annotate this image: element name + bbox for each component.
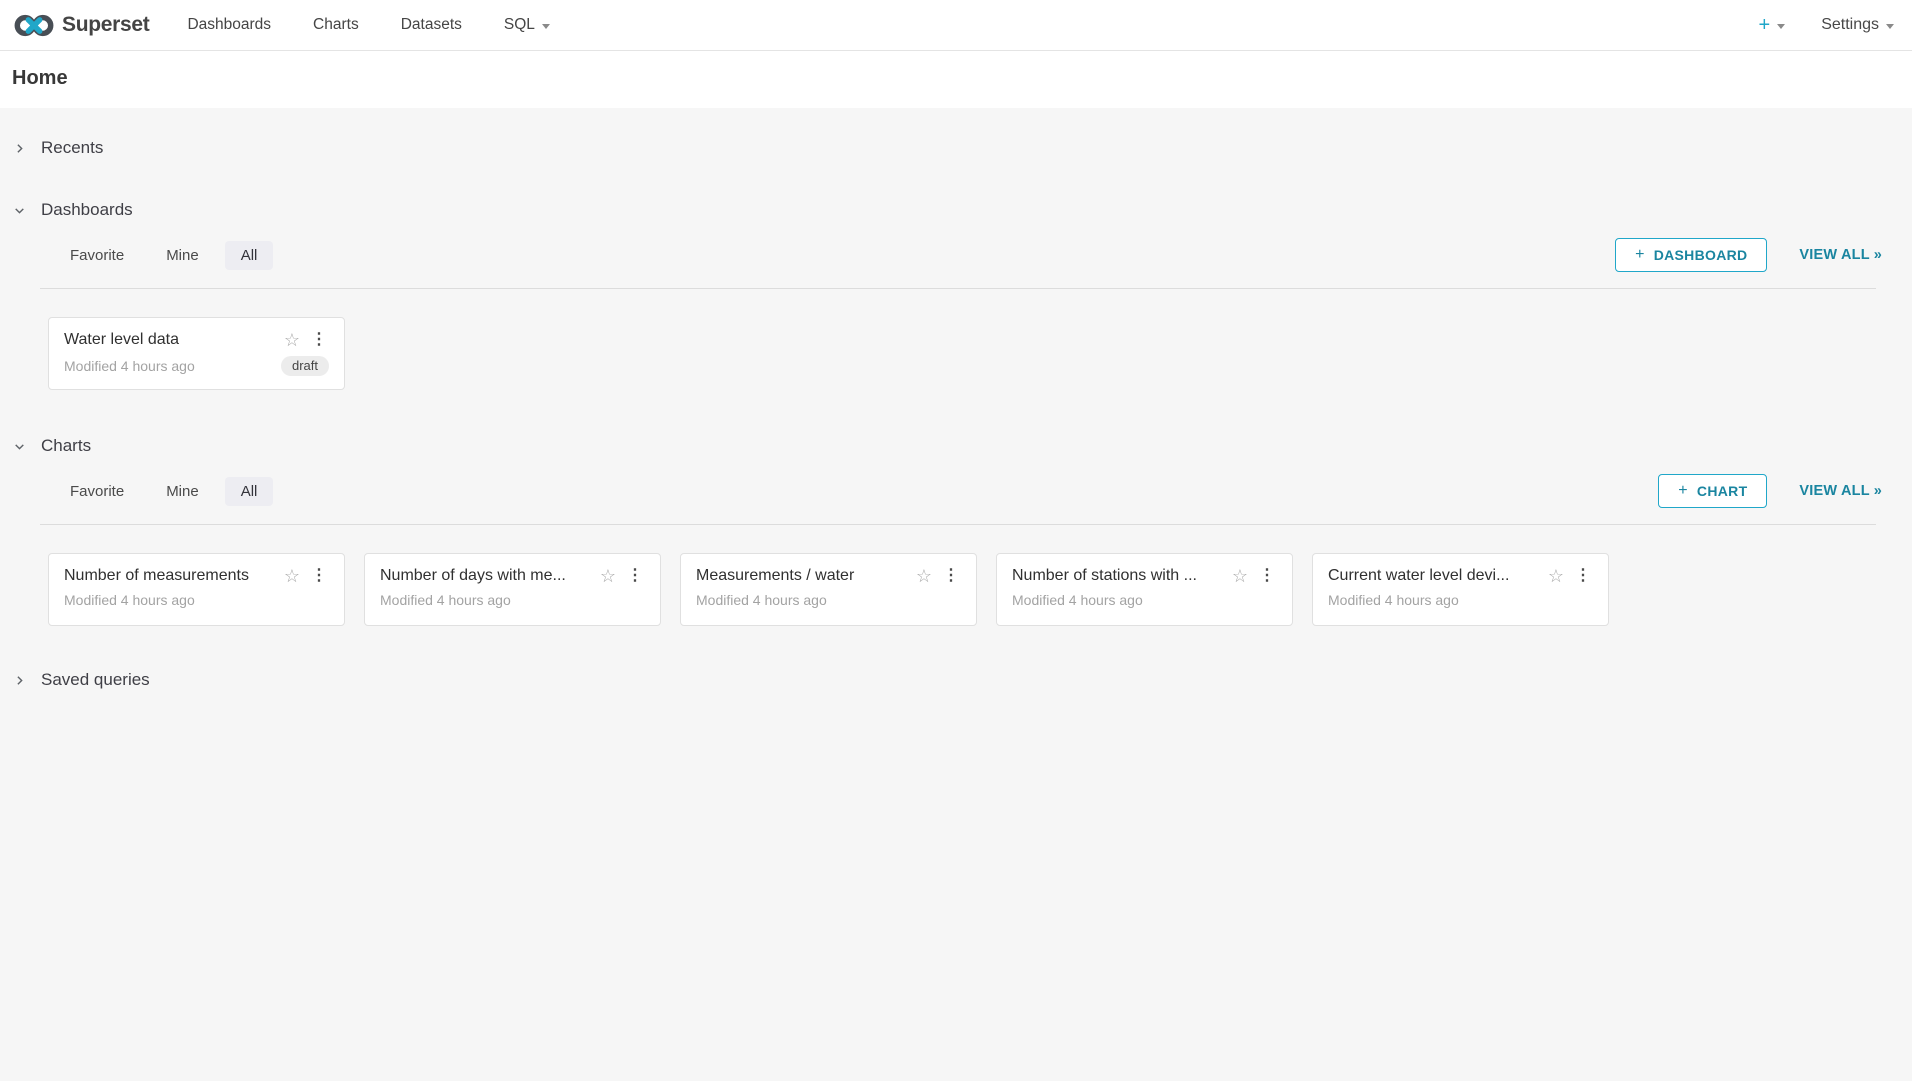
- add-chart-button[interactable]: + CHART: [1658, 474, 1767, 508]
- superset-infinity-icon: [14, 12, 54, 39]
- top-navbar: Superset Dashboards Charts Datasets SQL …: [0, 0, 1912, 51]
- page-title: Home: [12, 67, 1896, 90]
- add-chart-label: CHART: [1697, 483, 1748, 499]
- tab-favorite[interactable]: Favorite: [54, 477, 140, 506]
- settings-label: Settings: [1821, 16, 1879, 34]
- section-toggle-charts[interactable]: Charts: [0, 436, 1912, 456]
- plus-icon: +: [1759, 15, 1771, 35]
- section-toggle-recents[interactable]: Recents: [0, 138, 1912, 158]
- page-header: Home: [0, 51, 1912, 108]
- favorite-star-icon[interactable]: ☆: [284, 331, 300, 349]
- nav-item-datasets[interactable]: Datasets: [401, 16, 462, 34]
- chevron-down-icon: [13, 204, 26, 217]
- section-title-saved-queries: Saved queries: [41, 670, 150, 690]
- new-item-menu[interactable]: +: [1759, 15, 1786, 35]
- more-actions-icon[interactable]: ⋮: [941, 568, 961, 584]
- navbar-right: + Settings: [1759, 15, 1895, 35]
- chart-card[interactable]: Measurements / water ☆ ⋮ Modified 4 hour…: [680, 553, 977, 626]
- plus-icon: +: [1678, 483, 1688, 499]
- more-actions-icon[interactable]: ⋮: [1573, 568, 1593, 584]
- charts-card-row: Number of measurements ☆ ⋮ Modified 4 ho…: [0, 525, 1912, 626]
- nav-menu: Dashboards Charts Datasets SQL: [187, 16, 549, 34]
- tab-all[interactable]: All: [225, 241, 274, 270]
- tab-favorite[interactable]: Favorite: [54, 241, 140, 270]
- chevron-down-icon: [13, 440, 26, 453]
- chart-card-title[interactable]: Number of stations with ...: [1012, 567, 1224, 585]
- modified-timestamp: Modified 4 hours ago: [380, 592, 645, 608]
- more-actions-icon[interactable]: ⋮: [625, 568, 645, 584]
- modified-timestamp: Modified 4 hours ago: [64, 358, 281, 374]
- chevron-right-icon: [13, 674, 26, 687]
- section-toggle-saved-queries[interactable]: Saved queries: [0, 670, 1912, 690]
- dashboards-subheader: Favorite Mine All + DASHBOARD VIEW ALL »: [40, 238, 1882, 272]
- add-dashboard-button[interactable]: + DASHBOARD: [1615, 238, 1767, 272]
- nav-item-dashboards[interactable]: Dashboards: [187, 16, 271, 34]
- dashboards-view-all-link[interactable]: VIEW ALL »: [1799, 247, 1882, 263]
- tab-mine[interactable]: Mine: [150, 241, 215, 270]
- nav-item-sql-label: SQL: [504, 16, 535, 34]
- more-actions-icon[interactable]: ⋮: [1257, 568, 1277, 584]
- more-actions-icon[interactable]: ⋮: [309, 568, 329, 584]
- chart-card[interactable]: Number of measurements ☆ ⋮ Modified 4 ho…: [48, 553, 345, 626]
- dashboards-filter-tabs: Favorite Mine All: [54, 241, 273, 270]
- chevron-down-icon: [1886, 24, 1894, 29]
- chart-card-title[interactable]: Current water level devi...: [1328, 567, 1540, 585]
- chevron-down-icon: [542, 24, 550, 29]
- favorite-star-icon[interactable]: ☆: [284, 567, 300, 585]
- status-badge: draft: [281, 356, 329, 376]
- dashboard-card-title[interactable]: Water level data: [64, 331, 276, 349]
- favorite-star-icon[interactable]: ☆: [916, 567, 932, 585]
- plus-icon: +: [1635, 247, 1645, 263]
- modified-timestamp: Modified 4 hours ago: [1328, 592, 1593, 608]
- chart-card[interactable]: Number of days with me... ☆ ⋮ Modified 4…: [364, 553, 661, 626]
- favorite-star-icon[interactable]: ☆: [600, 567, 616, 585]
- dashboards-actions: + DASHBOARD VIEW ALL »: [1615, 238, 1882, 272]
- chevron-down-icon: [1777, 24, 1785, 29]
- section-title-charts: Charts: [41, 436, 91, 456]
- chart-card[interactable]: Current water level devi... ☆ ⋮ Modified…: [1312, 553, 1609, 626]
- tab-all[interactable]: All: [225, 477, 274, 506]
- modified-timestamp: Modified 4 hours ago: [696, 592, 961, 608]
- charts-view-all-link[interactable]: VIEW ALL »: [1799, 483, 1882, 499]
- tab-mine[interactable]: Mine: [150, 477, 215, 506]
- charts-actions: + CHART VIEW ALL »: [1658, 474, 1882, 508]
- charts-filter-tabs: Favorite Mine All: [54, 477, 273, 506]
- modified-timestamp: Modified 4 hours ago: [1012, 592, 1277, 608]
- charts-subheader: Favorite Mine All + CHART VIEW ALL »: [40, 474, 1882, 508]
- chevron-right-icon: [13, 142, 26, 155]
- more-actions-icon[interactable]: ⋮: [309, 332, 329, 348]
- nav-item-charts[interactable]: Charts: [313, 16, 359, 34]
- modified-timestamp: Modified 4 hours ago: [64, 592, 329, 608]
- nav-item-sql[interactable]: SQL: [504, 16, 550, 34]
- dashboards-card-row: Water level data ☆ ⋮ Modified 4 hours ag…: [0, 289, 1912, 390]
- chart-card-title[interactable]: Measurements / water: [696, 567, 908, 585]
- section-toggle-dashboards[interactable]: Dashboards: [0, 200, 1912, 220]
- superset-logo[interactable]: Superset: [14, 12, 149, 39]
- favorite-star-icon[interactable]: ☆: [1232, 567, 1248, 585]
- brand-name: Superset: [62, 13, 149, 37]
- add-dashboard-label: DASHBOARD: [1654, 247, 1748, 263]
- dashboard-card[interactable]: Water level data ☆ ⋮ Modified 4 hours ag…: [48, 317, 345, 390]
- chart-card[interactable]: Number of stations with ... ☆ ⋮ Modified…: [996, 553, 1293, 626]
- section-title-dashboards: Dashboards: [41, 200, 133, 220]
- chart-card-title[interactable]: Number of measurements: [64, 567, 276, 585]
- favorite-star-icon[interactable]: ☆: [1548, 567, 1564, 585]
- settings-menu[interactable]: Settings: [1821, 16, 1894, 34]
- section-title-recents: Recents: [41, 138, 103, 158]
- chart-card-title[interactable]: Number of days with me...: [380, 567, 592, 585]
